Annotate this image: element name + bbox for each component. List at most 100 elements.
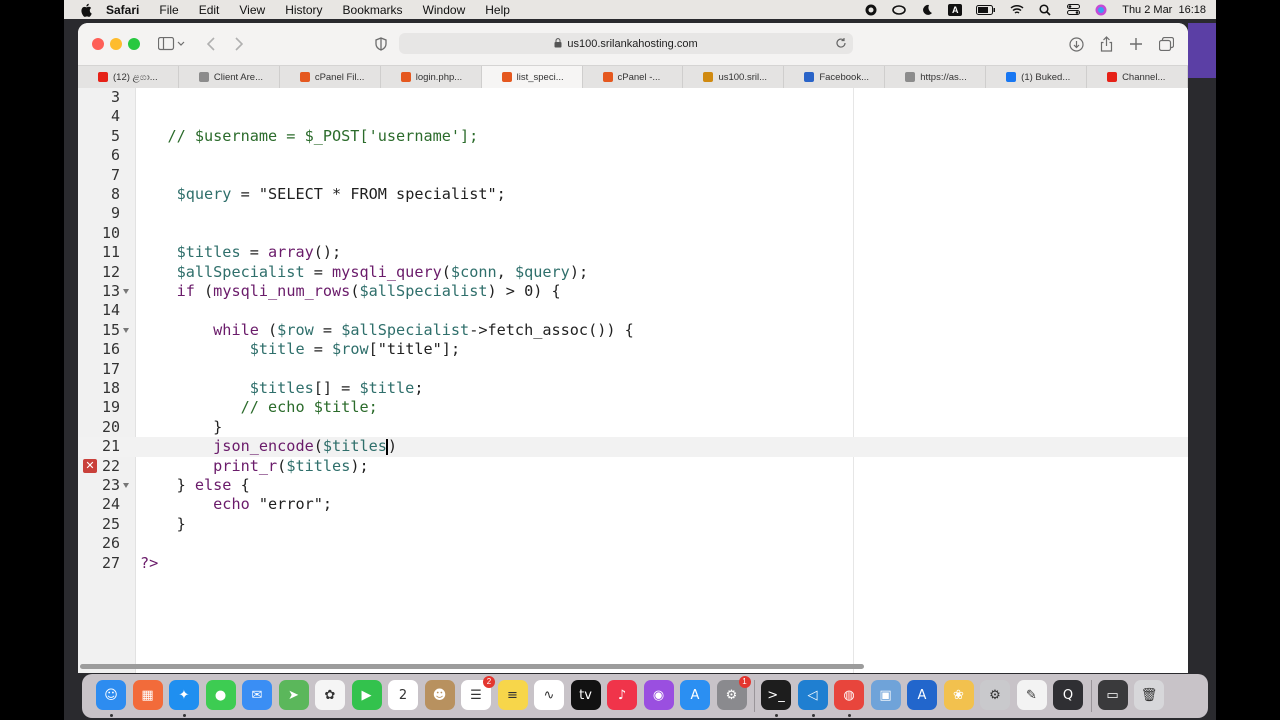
- back-icon[interactable]: [204, 34, 218, 54]
- error-marker-icon[interactable]: ✕: [83, 458, 97, 473]
- mail-icon[interactable]: ✉: [242, 680, 272, 710]
- fold-arrow-icon[interactable]: [123, 327, 129, 333]
- code-line[interactable]: 13 if (mysqli_num_rows($allSpecialist) >…: [78, 282, 1188, 301]
- new-tab-icon[interactable]: [1128, 34, 1144, 54]
- fold-arrow-icon[interactable]: [123, 289, 129, 294]
- browser-tab[interactable]: https://as...: [885, 66, 987, 88]
- code-line[interactable]: 21 json_encode($titles): [78, 437, 1188, 457]
- podcasts-icon[interactable]: ◉: [643, 680, 674, 710]
- music-icon[interactable]: ♪: [607, 680, 637, 710]
- menu-history[interactable]: History: [285, 3, 322, 17]
- code-line[interactable]: 25 }: [78, 515, 1188, 534]
- sidebar-toggle-icon[interactable]: [156, 34, 188, 54]
- code-line[interactable]: 23 } else {: [78, 476, 1188, 495]
- tab-overview-icon[interactable]: [1158, 34, 1174, 54]
- menu-clock[interactable]: Thu 2 Mar 16:18: [1122, 4, 1206, 16]
- facetime-icon[interactable]: ▶: [351, 680, 382, 710]
- code-line[interactable]: 10: [78, 224, 1188, 243]
- reload-icon[interactable]: [835, 37, 847, 52]
- dark-mode-icon[interactable]: [920, 4, 934, 16]
- code-line[interactable]: 12 $allSpecialist = mysqli_query($conn, …: [78, 263, 1188, 282]
- forward-icon[interactable]: [232, 34, 246, 54]
- browser-tab[interactable]: cPanel Fil...: [280, 66, 381, 88]
- share-icon[interactable]: [1098, 34, 1114, 54]
- code-line[interactable]: 18 $titles[] = $title;: [78, 379, 1188, 398]
- spotlight-icon[interactable]: [1038, 3, 1052, 16]
- battery-icon[interactable]: [976, 4, 996, 16]
- preview-icon[interactable]: ▣: [870, 680, 901, 710]
- browser-tab[interactable]: login.php...: [381, 66, 482, 88]
- trash-icon[interactable]: 🗑: [1134, 680, 1164, 710]
- downloads-icon[interactable]: [1068, 34, 1084, 54]
- menu-view[interactable]: View: [239, 3, 265, 17]
- menu-help[interactable]: Help: [485, 3, 510, 17]
- notes-icon[interactable]: ≡: [497, 680, 528, 710]
- screenshot-icon[interactable]: ▭: [1097, 680, 1128, 710]
- minimize-window-button[interactable]: [110, 38, 122, 50]
- code-line[interactable]: 24 echo "error";: [78, 495, 1188, 514]
- code-line[interactable]: 4: [78, 107, 1188, 126]
- creative-cloud-icon[interactable]: [892, 4, 907, 16]
- fruit-app-icon[interactable]: ❀: [943, 680, 974, 710]
- close-window-button[interactable]: [92, 38, 104, 50]
- siri-icon[interactable]: [1094, 4, 1108, 16]
- code-line[interactable]: 11 $titles = array();: [78, 243, 1188, 262]
- messages-icon[interactable]: ●: [205, 680, 236, 710]
- control-center-icon[interactable]: [1066, 4, 1080, 16]
- wifi-icon[interactable]: [1010, 4, 1024, 16]
- utility-icon[interactable]: ⚙: [980, 680, 1010, 710]
- browser-tab[interactable]: cPanel -...: [583, 66, 684, 88]
- launchpad-icon[interactable]: ▦: [132, 680, 163, 710]
- menu-edit[interactable]: Edit: [199, 3, 220, 17]
- chrome-icon[interactable]: ◍: [834, 680, 864, 710]
- textedit-icon[interactable]: ✎: [1016, 680, 1047, 710]
- input-source-icon[interactable]: A: [948, 3, 963, 16]
- code-line[interactable]: 17: [78, 360, 1188, 379]
- privacy-shield-icon[interactable]: [374, 34, 388, 54]
- code-line[interactable]: 16 $title = $row["title"];: [78, 340, 1188, 359]
- safari-icon[interactable]: ✦: [169, 680, 199, 710]
- code-line[interactable]: 7: [78, 166, 1188, 185]
- maps-icon[interactable]: ➤: [278, 680, 309, 710]
- menu-file[interactable]: File: [159, 3, 178, 17]
- code-line[interactable]: 19 // echo $title;: [78, 398, 1188, 417]
- horizontal-scrollbar[interactable]: [80, 664, 864, 669]
- fold-arrow-icon[interactable]: [123, 483, 129, 488]
- code-line[interactable]: 20 }: [78, 418, 1188, 437]
- menu-app-name[interactable]: Safari: [106, 3, 139, 17]
- code-line[interactable]: 8 $query = "SELECT * FROM specialist";: [78, 185, 1188, 204]
- browser-tab[interactable]: list_speci...: [481, 66, 583, 88]
- terminal-icon[interactable]: >_: [761, 680, 791, 710]
- menu-window[interactable]: Window: [423, 3, 466, 17]
- xcode-icon[interactable]: A: [907, 680, 937, 710]
- apple-menu-icon[interactable]: [80, 3, 94, 17]
- browser-tab[interactable]: Facebook...: [784, 66, 886, 88]
- browser-tab[interactable]: (12) ළගා...: [78, 66, 179, 88]
- code-line[interactable]: 14: [78, 301, 1188, 320]
- contacts-icon[interactable]: ☻: [424, 680, 455, 710]
- code-line[interactable]: 26: [78, 534, 1188, 553]
- code-line[interactable]: 6: [78, 146, 1188, 165]
- menu-bookmarks[interactable]: Bookmarks: [343, 3, 403, 17]
- code-line[interactable]: 22 ✕ print_r($titles);: [78, 457, 1188, 476]
- browser-tab[interactable]: Channel...: [1087, 66, 1188, 88]
- browser-tab[interactable]: Client Are...: [179, 66, 280, 88]
- calendar-icon[interactable]: 2: [388, 680, 418, 710]
- code-line[interactable]: 3: [78, 88, 1188, 107]
- address-bar[interactable]: us100.srilankahosting.com: [399, 33, 853, 54]
- code-line[interactable]: 5 // $username = $_POST['username'];: [78, 127, 1188, 146]
- freeform-icon[interactable]: ∿: [534, 680, 564, 710]
- code-line[interactable]: 27 ?>: [78, 554, 1188, 573]
- browser-tab[interactable]: (1) Buked...: [986, 66, 1088, 88]
- vscode-icon[interactable]: ◁: [797, 680, 828, 710]
- zoom-window-button[interactable]: [128, 38, 140, 50]
- record-icon[interactable]: [864, 4, 878, 16]
- finder-icon[interactable]: ☺: [96, 680, 126, 710]
- app-store-icon[interactable]: A: [680, 680, 710, 710]
- quicktime-icon[interactable]: Q: [1053, 680, 1083, 710]
- code-line[interactable]: 9: [78, 204, 1188, 223]
- code-editor[interactable]: 345 // $username = $_POST['username']; 6 7…: [78, 88, 1188, 673]
- photos-icon[interactable]: ✿: [315, 680, 345, 710]
- code-line[interactable]: 15 while ($row = $allSpecialist->fetch_a…: [78, 321, 1188, 340]
- apple-tv-icon[interactable]: tv: [570, 680, 601, 710]
